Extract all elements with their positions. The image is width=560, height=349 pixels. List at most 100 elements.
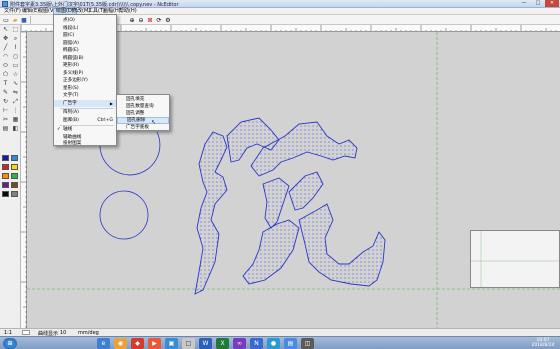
submenu-item-base-plate[interactable]: 广告字底板 bbox=[117, 124, 169, 131]
color-swatch[interactable] bbox=[11, 191, 18, 197]
color-swatch[interactable] bbox=[2, 164, 9, 170]
node-edit-icon[interactable]: ⬚ bbox=[11, 26, 20, 34]
app-icon bbox=[2, 1, 8, 7]
submenu-arrow-icon: ▶ bbox=[109, 100, 113, 106]
stop-icon[interactable]: ⊠ bbox=[146, 16, 154, 24]
pan-icon[interactable]: ✥ bbox=[1, 35, 10, 43]
visual-studio-icon[interactable]: ∞ bbox=[233, 338, 246, 349]
menu-item-gallery[interactable]: 图库(B) Ctrl+G bbox=[54, 117, 116, 125]
menu-item-elliptic-arc[interactable]: 椭圆弧(B) bbox=[54, 55, 116, 63]
color-swatch[interactable] bbox=[11, 155, 18, 161]
open-folder-icon[interactable]: ▰ bbox=[11, 16, 19, 24]
submenu-item-fixed-hole-adjust[interactable]: 固孔调整 bbox=[117, 110, 169, 117]
close-button[interactable]: ✕ bbox=[545, 0, 559, 7]
array-tool-icon[interactable]: ⋮ bbox=[11, 107, 20, 115]
refresh-icon[interactable]: ⟳ bbox=[155, 16, 163, 24]
title-bar: 附件套字素3.35版\上外门汉字\01T(5.35版.cdr)\\\\\\ co… bbox=[0, 0, 560, 8]
line-tool-icon[interactable]: ╱ bbox=[1, 44, 10, 52]
new-file-icon[interactable]: ▭ bbox=[2, 16, 10, 24]
settings-icon[interactable]: ⚙ bbox=[164, 16, 172, 24]
rotate-tool-icon[interactable]: ↻ bbox=[1, 98, 10, 106]
submenu-item-fixed-hole-delete[interactable]: 固孔删除 bbox=[117, 117, 169, 124]
editor-app-icon[interactable]: N bbox=[250, 338, 263, 349]
character-outline[interactable] bbox=[194, 117, 386, 295]
menu-item-ellipse[interactable]: 椭圆(E) bbox=[54, 47, 116, 55]
zoom-icon[interactable]: ⌕ bbox=[11, 35, 20, 43]
clock: 10:07 2018/8/24 bbox=[528, 338, 558, 348]
color-swatch[interactable] bbox=[2, 155, 9, 161]
menu-item-circle[interactable]: 圆(C) bbox=[54, 32, 116, 40]
checkmark-icon: ✓ bbox=[57, 127, 61, 132]
color-swatch[interactable] bbox=[11, 164, 18, 170]
grid-tool-icon[interactable]: ▦ bbox=[11, 116, 20, 124]
ellipse-tool-icon[interactable]: ⬭ bbox=[1, 62, 10, 70]
polygon-tool-icon[interactable]: ⬠ bbox=[1, 71, 10, 79]
clock-date: 2018/8/24 bbox=[531, 343, 555, 348]
menu-item-advertising-text[interactable]: 广告字 ▶ bbox=[54, 99, 116, 107]
menu-item-star[interactable]: 星形(S) bbox=[54, 85, 116, 93]
menu-help[interactable]: 帮助(H) bbox=[117, 8, 139, 15]
mirror-tool-icon[interactable]: ⇋ bbox=[11, 89, 20, 97]
menu-item-projection-pattern[interactable]: 投射图案 bbox=[54, 141, 116, 146]
color-swatch[interactable] bbox=[11, 173, 18, 179]
menu-item-auxiliary-curve[interactable]: 辅助曲线 bbox=[54, 134, 116, 142]
trim-tool-icon[interactable]: ✂ bbox=[1, 116, 10, 124]
zoom-in-icon[interactable]: ⊕ bbox=[128, 16, 136, 24]
menu-item-polyline[interactable]: 多义线(P) bbox=[54, 70, 116, 78]
save-icon[interactable]: ■ bbox=[20, 16, 28, 24]
measure-tool-icon[interactable]: ⊢ bbox=[1, 107, 10, 115]
preview-window bbox=[470, 230, 560, 288]
window-app-icon[interactable]: □ bbox=[182, 338, 195, 349]
word-icon[interactable]: W bbox=[199, 338, 212, 349]
layer-tool-icon[interactable]: ▤ bbox=[1, 125, 10, 133]
maximize-button[interactable]: □ bbox=[531, 0, 545, 7]
submenu-item-fixed-hole-fill[interactable]: 固孔填充 bbox=[117, 96, 169, 103]
arc-tool-icon[interactable]: ◠ bbox=[1, 53, 10, 61]
browser-icon[interactable]: e bbox=[97, 338, 110, 349]
tool-panel: ↖ ⬚ ✥ ⌕ ╱ ⌇ ◠ ○ ⬭ ▭ ⬠ ☆ T ∿ ✎ ⇋ ↻ ⤢ ⊢ ⋮ … bbox=[0, 25, 21, 328]
chrome-icon[interactable]: ◉ bbox=[114, 338, 127, 349]
color-swatch[interactable] bbox=[2, 173, 9, 179]
toolbar-separator bbox=[30, 16, 31, 24]
circle-shape[interactable] bbox=[99, 190, 149, 240]
terminal-icon[interactable]: ▤ bbox=[284, 338, 297, 349]
status-bar: 1:1 曲线显示 10 mm/deg bbox=[0, 328, 560, 337]
submenu-item-fixed-hole-count[interactable]: 固孔数量查询 bbox=[117, 103, 169, 110]
color-swatch[interactable] bbox=[2, 191, 9, 197]
menu-item-axis[interactable]: ✓ 轴线 bbox=[54, 126, 116, 134]
menu-item-text[interactable]: 文字(T) bbox=[54, 92, 116, 100]
select-arrow-icon[interactable]: ↖ bbox=[1, 26, 10, 34]
minimize-button[interactable]: — bbox=[517, 0, 531, 7]
text-tool-icon[interactable]: T bbox=[1, 80, 10, 88]
window-title: 附件套字素3.35版\上外门汉字\01T(5.35版.cdr)\\\\\\ co… bbox=[10, 2, 179, 8]
preview-drawing bbox=[471, 231, 559, 287]
menu-item-rectangle[interactable]: 矩形(R) bbox=[54, 62, 116, 70]
menu-item-point[interactable]: 点(O) bbox=[54, 17, 116, 25]
color-swatch[interactable] bbox=[2, 182, 9, 188]
color-swatch[interactable] bbox=[11, 182, 18, 188]
menu-item-polygon[interactable]: 正多边形(Y) bbox=[54, 77, 116, 85]
menu-item-array[interactable]: 阵列(A) bbox=[54, 109, 116, 117]
excel-icon[interactable]: X bbox=[216, 338, 229, 349]
mouse-cursor-icon: ↖ bbox=[151, 119, 157, 126]
menu-item-arc[interactable]: 圆弧(A) bbox=[54, 40, 116, 48]
polyline-tool-icon[interactable]: ⌇ bbox=[11, 44, 20, 52]
menu-item-line[interactable]: 线段(L) bbox=[54, 25, 116, 33]
curve-tool-icon[interactable]: ∿ bbox=[11, 80, 20, 88]
status-checkbox[interactable] bbox=[22, 330, 30, 335]
folder-icon[interactable]: ▣ bbox=[165, 338, 178, 349]
circle-tool-icon[interactable]: ○ bbox=[11, 53, 20, 61]
zoom-out-icon[interactable]: ⊖ bbox=[137, 16, 145, 24]
fill-tool-icon[interactable]: ◧ bbox=[11, 125, 20, 133]
media-icon[interactable]: ▶ bbox=[148, 338, 161, 349]
chat-app-icon[interactable]: ● bbox=[267, 338, 280, 349]
active-app-icon[interactable]: ◫ bbox=[301, 338, 314, 349]
app-red-icon[interactable]: ◆ bbox=[131, 338, 144, 349]
scale-tool-icon[interactable]: ⤢ bbox=[11, 98, 20, 106]
star-tool-icon[interactable]: ☆ bbox=[11, 71, 20, 79]
advertising-text-submenu: 固孔填充 固孔数量查询 固孔调整 固孔删除 广告字底板 bbox=[116, 94, 170, 131]
rectangle-tool-icon[interactable]: ▭ bbox=[11, 62, 20, 70]
start-button-icon[interactable]: ⊞ bbox=[3, 338, 17, 349]
pen-tool-icon[interactable]: ✎ bbox=[1, 89, 10, 97]
taskbar: ⊞ e ◉ ◆ ▶ ▣ □ W X ∞ N ● ▤ ◫ 10:07 2018/8… bbox=[0, 336, 560, 349]
